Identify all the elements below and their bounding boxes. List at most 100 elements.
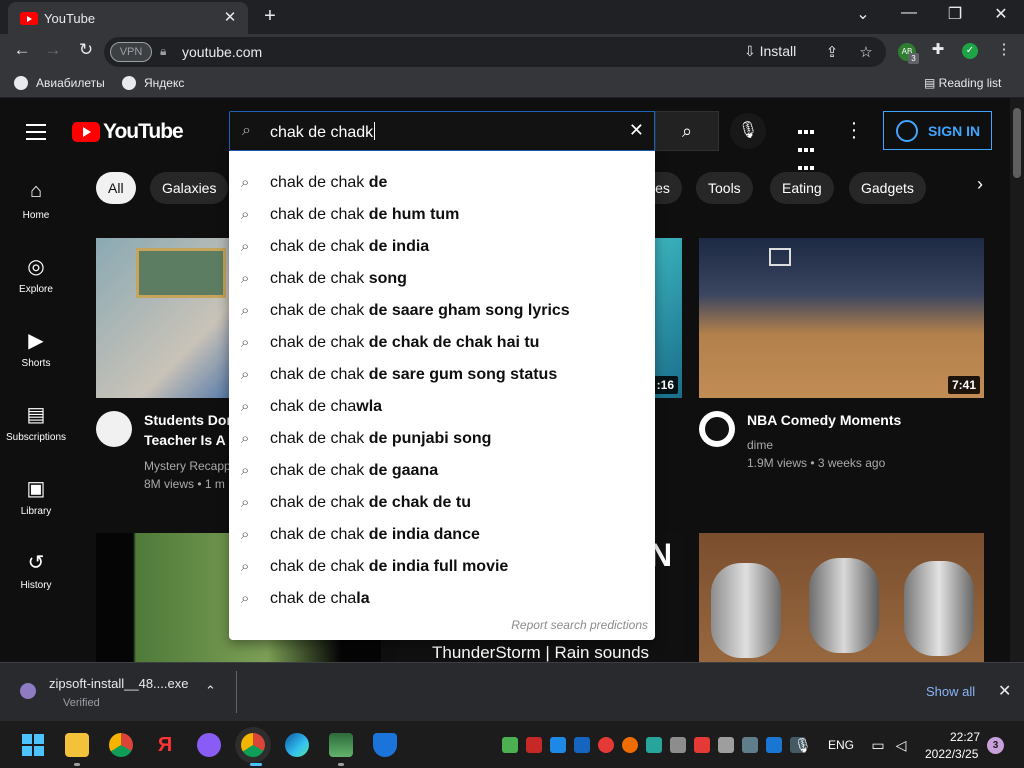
suggestion-item[interactable]: ⌕ chak de chak de sare gum song status: [229, 359, 655, 391]
video-thumbnail-nba[interactable]: 7:41: [699, 238, 984, 398]
scrollbar-thumb[interactable]: [1013, 108, 1021, 178]
chevron-right-icon[interactable]: ›: [968, 174, 992, 195]
windows-start-icon[interactable]: [21, 733, 45, 757]
tab-youtube[interactable]: YouTube ✕: [8, 2, 248, 34]
chrome-taskbar-icon[interactable]: [109, 733, 133, 757]
install-app-button[interactable]: ⇩ Install: [744, 43, 796, 60]
tray-app-icon[interactable]: [670, 737, 686, 753]
chip-tools[interactable]: Tools: [696, 172, 753, 204]
edge-icon[interactable]: [285, 733, 309, 757]
suggestion-item[interactable]: ⌕ chak de chak de india full movie: [229, 551, 655, 583]
tab-search-icon[interactable]: ⌄: [848, 4, 878, 24]
suggestion-item[interactable]: ⌕ chak de chak de gaana: [229, 455, 655, 487]
suggestion-item[interactable]: ⌕ chak de chak de india: [229, 231, 655, 263]
suggestion-item[interactable]: ⌕ chak de chak de india dance: [229, 519, 655, 551]
clock-date[interactable]: 2022/3/25: [925, 747, 978, 761]
forward-icon[interactable]: →: [41, 40, 65, 60]
tray-app-icon[interactable]: [622, 737, 638, 753]
voice-search-button[interactable]: 🎙︎: [730, 113, 766, 149]
chip-gadgets[interactable]: Gadgets: [849, 172, 926, 204]
tray-app-icon[interactable]: [502, 737, 518, 753]
tray-app-icon[interactable]: [742, 737, 758, 753]
extension-adblock-icon[interactable]: AB 3: [898, 43, 919, 64]
clock-time[interactable]: 22:27: [950, 730, 980, 744]
rail-item-subscriptions[interactable]: ▤ Subscriptions: [0, 402, 72, 443]
rail-item-home[interactable]: ⌂ Home: [0, 180, 72, 221]
close-window-button[interactable]: ✕: [986, 4, 1016, 24]
search-input[interactable]: ⌕ chak de chadk ✕: [229, 111, 655, 151]
video-thumbnail-rings[interactable]: [699, 533, 984, 662]
settings-more-icon[interactable]: · · ·: [848, 113, 860, 147]
close-download-bar-icon[interactable]: ✕: [998, 681, 1011, 701]
microphone-tray-icon[interactable]: 🎙︎: [794, 737, 812, 753]
suggestion-item[interactable]: ⌕ chak de chak de saare gham song lyrics: [229, 295, 655, 327]
back-icon[interactable]: ←: [10, 40, 34, 60]
restore-button[interactable]: ❐: [940, 4, 970, 24]
chip-eating[interactable]: Eating: [770, 172, 834, 204]
alice-assistant-icon[interactable]: [197, 733, 221, 757]
video-title[interactable]: Teacher Is A K: [144, 430, 239, 450]
download-filename[interactable]: zipsoft-install__48....exe: [49, 676, 188, 691]
file-explorer-icon[interactable]: [65, 733, 89, 757]
volume-icon[interactable]: ◁: [893, 737, 909, 753]
notification-count-badge[interactable]: 3: [987, 737, 1004, 754]
search-button[interactable]: ⌕: [655, 111, 719, 151]
network-icon[interactable]: ▭: [870, 737, 886, 753]
windows-security-icon[interactable]: [373, 733, 397, 757]
minimize-button[interactable]: —: [894, 4, 924, 22]
search-query-text[interactable]: chak de chadk: [270, 122, 376, 142]
reading-list-button[interactable]: ▤ Reading list: [924, 76, 1001, 90]
sign-in-button[interactable]: SIGN IN: [883, 111, 992, 150]
suggestion-item[interactable]: ⌕ chak de chak de: [229, 167, 655, 199]
app-installer-icon[interactable]: [329, 733, 353, 757]
clear-search-icon[interactable]: ✕: [629, 120, 644, 141]
tray-app-icon[interactable]: [718, 737, 734, 753]
chevron-up-icon[interactable]: ⌃: [205, 683, 216, 699]
tray-app-icon[interactable]: [526, 737, 542, 753]
show-all-downloads-button[interactable]: Show all: [926, 684, 975, 699]
report-search-predictions-link[interactable]: Report search predictions: [511, 618, 648, 632]
extensions-puzzle-icon[interactable]: ✚: [928, 40, 948, 58]
channel-avatar[interactable]: [96, 411, 132, 447]
tray-app-icon[interactable]: [550, 737, 566, 753]
reload-icon[interactable]: ↻: [74, 40, 98, 60]
tray-yandex-icon[interactable]: [598, 737, 614, 753]
suggestion-item[interactable]: ⌕ chak de chak song: [229, 263, 655, 295]
chrome-active-taskbar-icon[interactable]: [241, 733, 265, 757]
share-icon[interactable]: ⇪: [822, 43, 842, 61]
hamburger-menu-icon[interactable]: [26, 124, 46, 145]
apps-grid-icon[interactable]: [797, 122, 817, 170]
tray-app-icon[interactable]: [646, 737, 662, 753]
new-tab-button[interactable]: +: [258, 5, 282, 28]
tray-app-icon[interactable]: [766, 737, 782, 753]
chrome-menu-icon[interactable]: ⋮: [994, 40, 1014, 58]
suggestion-item[interactable]: ⌕ chak de chala: [229, 583, 655, 615]
suggestion-item[interactable]: ⌕ chak de chak de hum tum: [229, 199, 655, 231]
lock-icon[interactable]: 🔒︎: [160, 44, 166, 59]
channel-name[interactable]: dime: [747, 436, 773, 454]
bookmark-yandex[interactable]: Яндекс: [122, 76, 184, 90]
suggestion-item[interactable]: ⌕ chak de chak de punjabi song: [229, 423, 655, 455]
language-indicator[interactable]: ENG: [828, 738, 854, 752]
tray-app-icon[interactable]: [694, 737, 710, 753]
suggestion-item[interactable]: ⌕ chak de chak de chak de chak hai tu: [229, 327, 655, 359]
extension-shield-icon[interactable]: ✓: [962, 43, 978, 59]
chip-galaxies[interactable]: Galaxies: [150, 172, 229, 204]
channel-avatar[interactable]: [699, 411, 735, 447]
video-title[interactable]: NBA Comedy Moments: [747, 410, 901, 430]
suggestion-item[interactable]: ⌕ chak de chawla: [229, 391, 655, 423]
yandex-browser-icon[interactable]: Я: [153, 733, 177, 757]
rail-item-library[interactable]: ▣ Library: [0, 476, 72, 517]
tab-close-icon[interactable]: ✕: [220, 8, 240, 26]
bookmark-star-icon[interactable]: ☆: [856, 43, 876, 61]
channel-name[interactable]: Mystery Recapp: [144, 457, 231, 475]
rail-item-explore[interactable]: ◎ Explore: [0, 254, 72, 295]
video-title[interactable]: Students Don': [144, 410, 238, 430]
address-bar[interactable]: VPN 🔒︎ youtube.com ⇩ Install ⇪ ☆: [104, 37, 886, 67]
rail-item-history[interactable]: ↺ History: [0, 550, 72, 591]
tray-app-icon[interactable]: [574, 737, 590, 753]
url-text[interactable]: youtube.com: [182, 44, 262, 60]
chip-all[interactable]: All: [96, 172, 136, 204]
bookmark-aviabilety[interactable]: Авиабилеты: [14, 76, 105, 90]
suggestion-item[interactable]: ⌕ chak de chak de chak de tu: [229, 487, 655, 519]
